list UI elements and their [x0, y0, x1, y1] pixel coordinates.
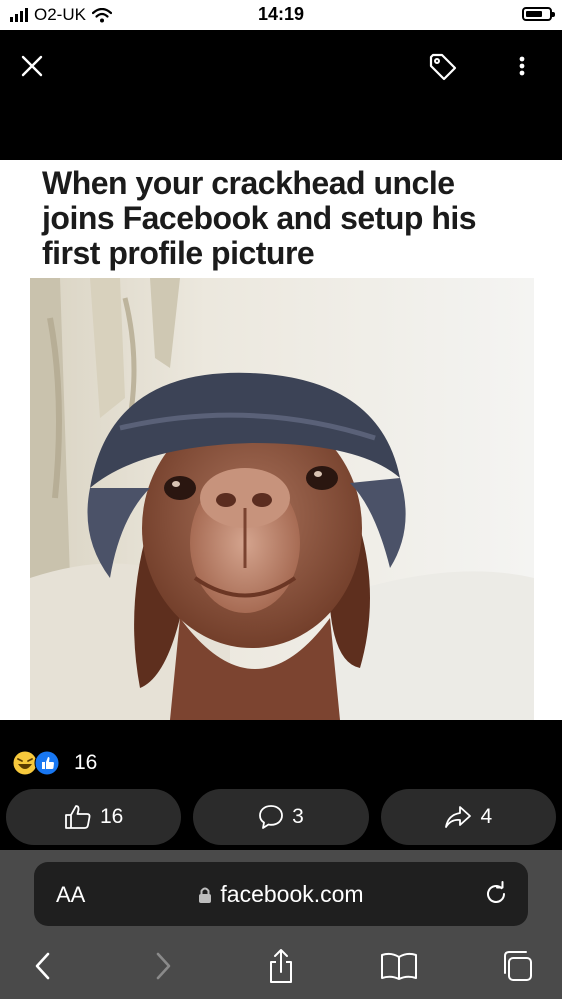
- url-display[interactable]: facebook.com: [34, 881, 528, 908]
- browser-nav: [0, 946, 562, 986]
- tabs-icon: [504, 951, 532, 981]
- lock-icon: [199, 887, 212, 903]
- like-reaction-icon: [34, 750, 60, 776]
- tag-icon[interactable]: [428, 52, 458, 82]
- reaction-summary[interactable]: 16: [12, 748, 97, 778]
- share-sheet-button[interactable]: [261, 946, 301, 986]
- close-icon[interactable]: [18, 52, 46, 80]
- comment-button[interactable]: 3: [193, 789, 369, 845]
- reload-icon[interactable]: [482, 880, 510, 908]
- viewer-top-bar: [0, 30, 562, 160]
- url-text: facebook.com: [220, 881, 364, 907]
- action-bar: 16 3 4: [6, 789, 556, 845]
- share-up-icon: [270, 949, 292, 983]
- comment-icon: [259, 805, 284, 829]
- post-image[interactable]: When your crackhead uncle joins Facebook…: [0, 160, 562, 720]
- comment-count: 3: [292, 805, 304, 828]
- status-bar: O2-UK 14:19: [0, 0, 562, 30]
- battery-icon: [522, 7, 555, 21]
- like-icon: [65, 805, 91, 829]
- share-icon: [445, 806, 472, 828]
- forward-button[interactable]: [143, 946, 183, 986]
- share-button[interactable]: 4: [380, 789, 556, 845]
- chevron-left-icon: [35, 952, 50, 980]
- more-vertical-icon[interactable]: [512, 52, 532, 82]
- meme-caption: When your crackhead uncle joins Facebook…: [42, 165, 477, 271]
- share-count: 4: [480, 805, 493, 828]
- back-button[interactable]: [23, 946, 63, 986]
- address-bar[interactable]: AA facebook.com: [34, 862, 528, 926]
- like-count: 16: [99, 805, 124, 828]
- reaction-count: 16: [74, 751, 98, 774]
- like-button[interactable]: 16: [6, 789, 182, 845]
- chevron-right-icon: [156, 952, 171, 980]
- bookmarks-button[interactable]: [379, 946, 419, 986]
- book-icon: [381, 952, 417, 980]
- tabs-button[interactable]: [497, 946, 537, 986]
- browser-toolbar: AA facebook.com: [0, 850, 562, 999]
- status-time: 14:19: [257, 4, 305, 24]
- dog-photo: [30, 278, 534, 720]
